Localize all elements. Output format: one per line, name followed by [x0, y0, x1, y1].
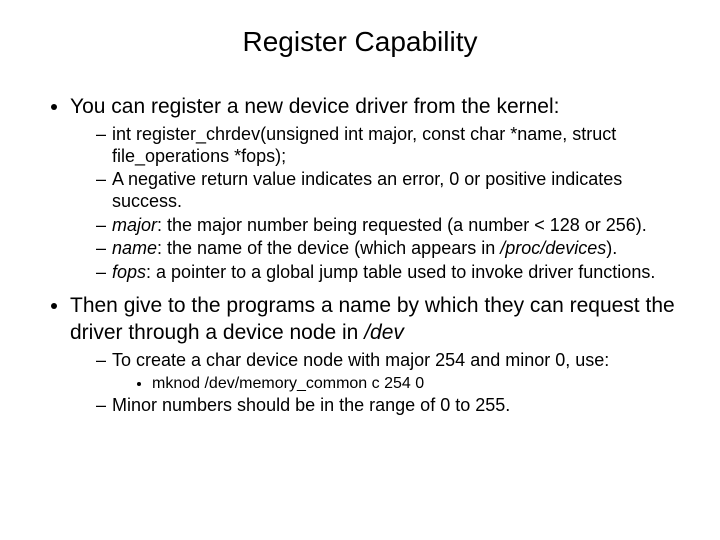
bullet-text: You can register a new device driver fro… — [70, 95, 559, 118]
bullet-text: Then give to the programs a name by whic… — [70, 294, 675, 343]
list-item: name: the name of the device (which appe… — [96, 238, 690, 260]
list-item: A negative return value indicates an err… — [96, 169, 690, 212]
bullet-list-level2: To create a char device node with major … — [88, 350, 690, 416]
bullet-text: To create a char device node with major … — [112, 350, 609, 370]
list-item: To create a char device node with major … — [96, 350, 690, 393]
bullet-list-level1: You can register a new device driver fro… — [48, 94, 690, 416]
bullet-text: A negative return value indicates an err… — [112, 169, 622, 211]
bullet-text: major: the major number being requested … — [112, 215, 647, 235]
slide-title: Register Capability — [30, 26, 690, 58]
list-item: mknod /dev/memory_common c 254 0 — [152, 374, 690, 393]
list-item: int register_chrdev(unsigned int major, … — [96, 124, 690, 167]
bullet-text: int register_chrdev(unsigned int major, … — [112, 124, 616, 166]
bullet-text: fops: a pointer to a global jump table u… — [112, 262, 655, 282]
list-item: fops: a pointer to a global jump table u… — [96, 262, 690, 284]
list-item: Then give to the programs a name by whic… — [70, 293, 690, 416]
slide: Register Capability You can register a n… — [0, 0, 720, 540]
bullet-list-level2: int register_chrdev(unsigned int major, … — [88, 124, 690, 283]
bullet-text: mknod /dev/memory_common c 254 0 — [152, 375, 424, 392]
list-item: major: the major number being requested … — [96, 215, 690, 237]
list-item: You can register a new device driver fro… — [70, 94, 690, 283]
bullet-text: Minor numbers should be in the range of … — [112, 395, 510, 415]
list-item: Minor numbers should be in the range of … — [96, 395, 690, 417]
bullet-list-level3: mknod /dev/memory_common c 254 0 — [134, 374, 690, 393]
bullet-text: name: the name of the device (which appe… — [112, 238, 617, 258]
